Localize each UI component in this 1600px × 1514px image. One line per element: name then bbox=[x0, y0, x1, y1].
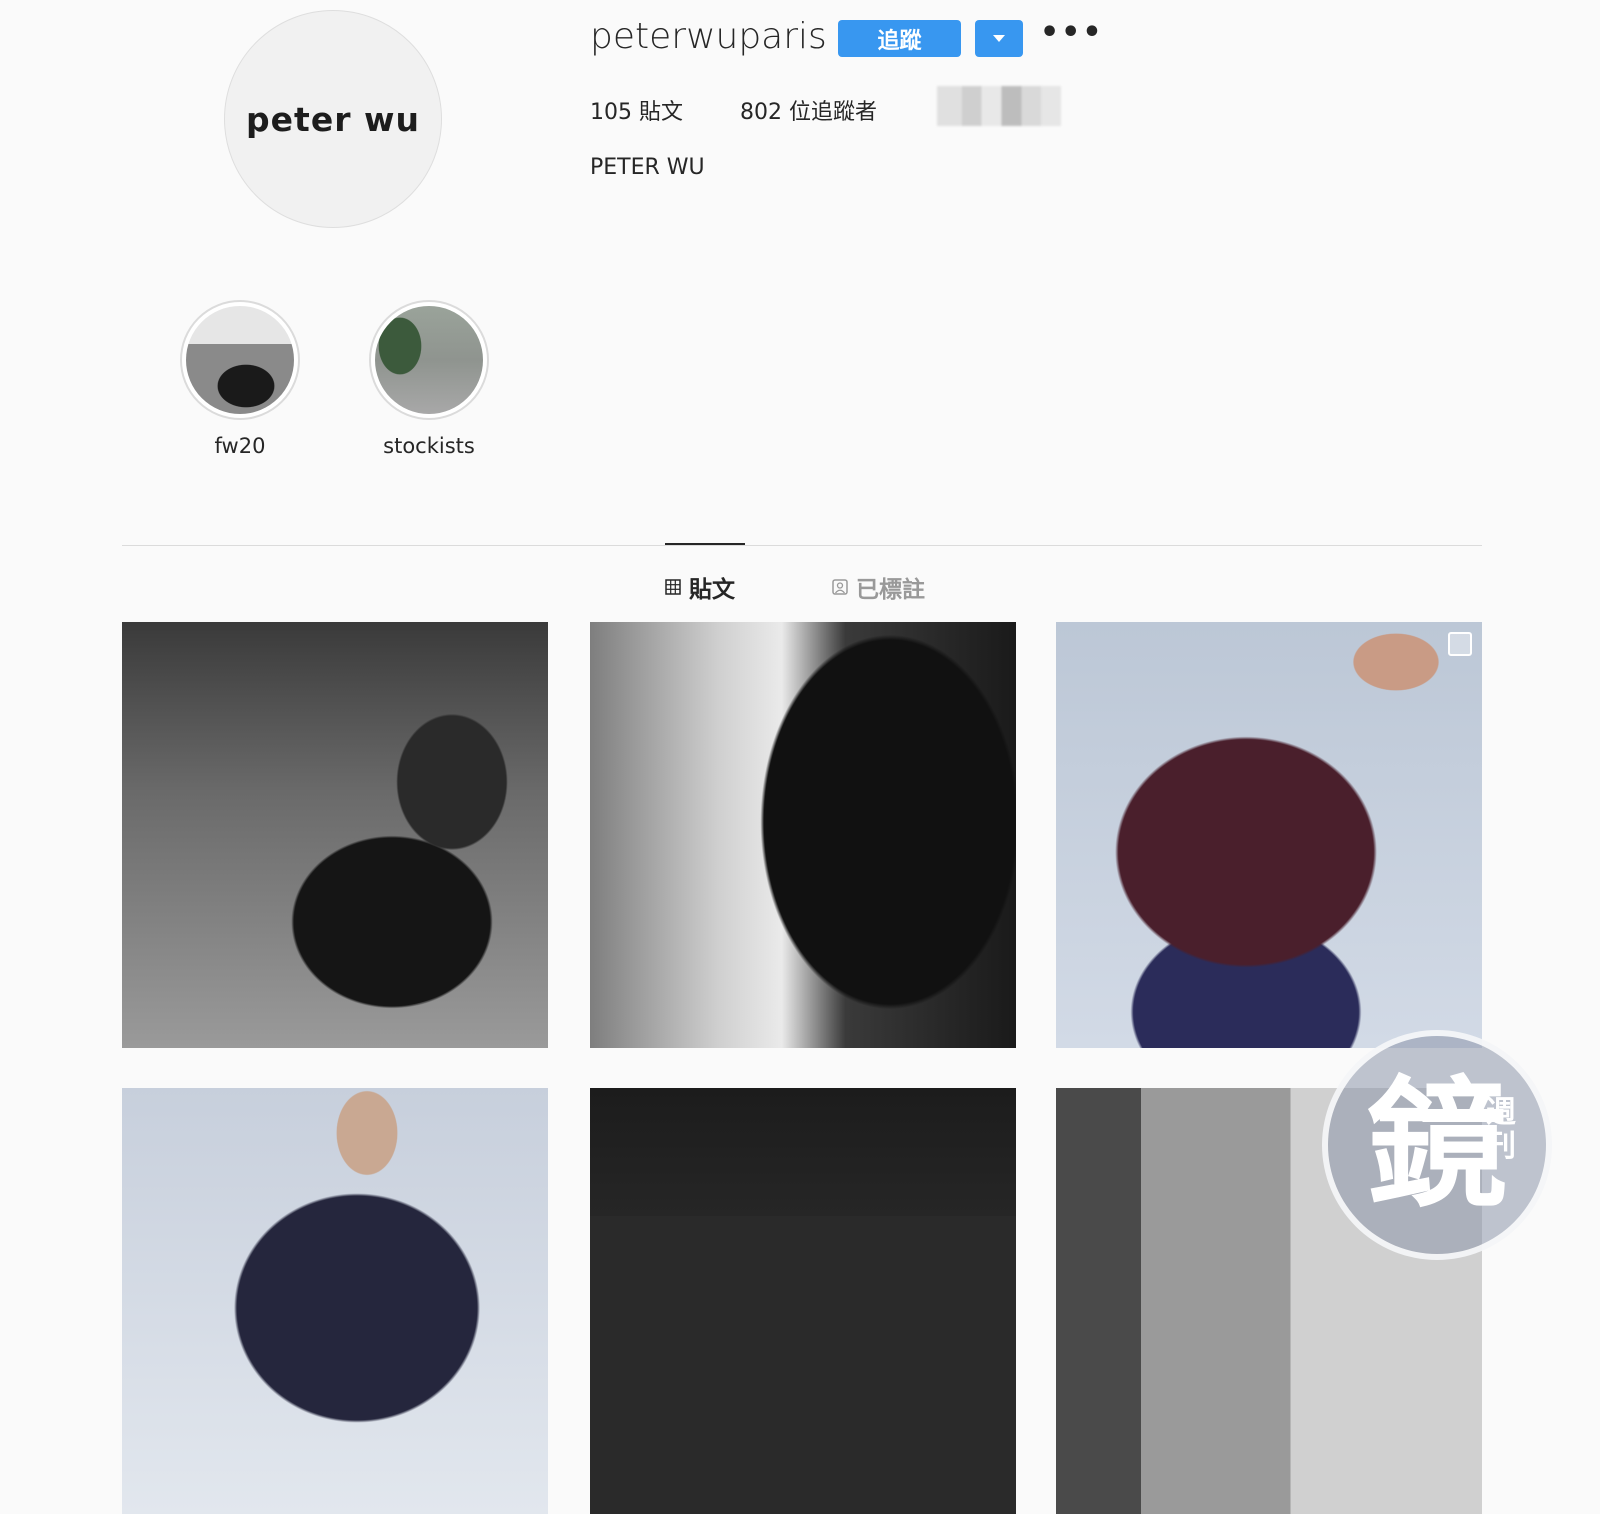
watermark-small-text: 週刊 bbox=[1486, 1095, 1516, 1164]
caret-down-icon bbox=[993, 34, 1005, 42]
posts-count: 105 貼文 bbox=[590, 100, 683, 125]
grid-icon bbox=[665, 579, 681, 595]
highlight-ring bbox=[180, 300, 300, 420]
more-options-button[interactable]: ••• bbox=[1040, 18, 1104, 48]
following-count-blurred[interactable] bbox=[937, 86, 1061, 126]
highlight-thumbnail bbox=[375, 306, 483, 414]
avatar-logo-text: peter wu bbox=[246, 99, 420, 139]
post-thumbnail[interactable] bbox=[122, 1088, 548, 1514]
watermark-logo: 鏡 週刊 bbox=[1322, 1030, 1552, 1260]
highlight-stockists[interactable]: stockists bbox=[369, 300, 499, 458]
tab-label: 貼文 bbox=[689, 577, 735, 603]
follow-dropdown-button[interactable] bbox=[975, 20, 1023, 57]
post-thumbnail[interactable] bbox=[122, 622, 548, 1048]
active-tab-indicator bbox=[665, 543, 745, 545]
post-thumbnail[interactable] bbox=[1056, 622, 1482, 1048]
highlight-ring bbox=[369, 300, 489, 420]
profile-avatar[interactable]: peter wu bbox=[224, 10, 442, 228]
post-thumbnail[interactable] bbox=[590, 622, 1016, 1048]
highlight-label: stockists bbox=[383, 434, 475, 458]
followers-count[interactable]: 802 位追蹤者 bbox=[740, 94, 877, 126]
tab-posts[interactable]: 貼文 bbox=[665, 570, 735, 604]
highlight-label: fw20 bbox=[214, 434, 266, 458]
multiple-images-icon bbox=[1448, 632, 1472, 656]
profile-full-name: PETER WU bbox=[590, 155, 705, 180]
profile-username: peterwuparis bbox=[590, 16, 827, 57]
highlight-thumbnail bbox=[186, 306, 294, 414]
post-thumbnail[interactable] bbox=[590, 1088, 1016, 1514]
tab-label: 已標註 bbox=[856, 577, 925, 603]
tab-tagged[interactable]: 已標註 bbox=[832, 570, 925, 604]
tagged-icon bbox=[832, 579, 848, 595]
follow-button[interactable]: 追蹤 bbox=[838, 20, 961, 57]
tabs-divider bbox=[122, 545, 1482, 546]
highlight-fw20[interactable]: fw20 bbox=[180, 300, 310, 458]
